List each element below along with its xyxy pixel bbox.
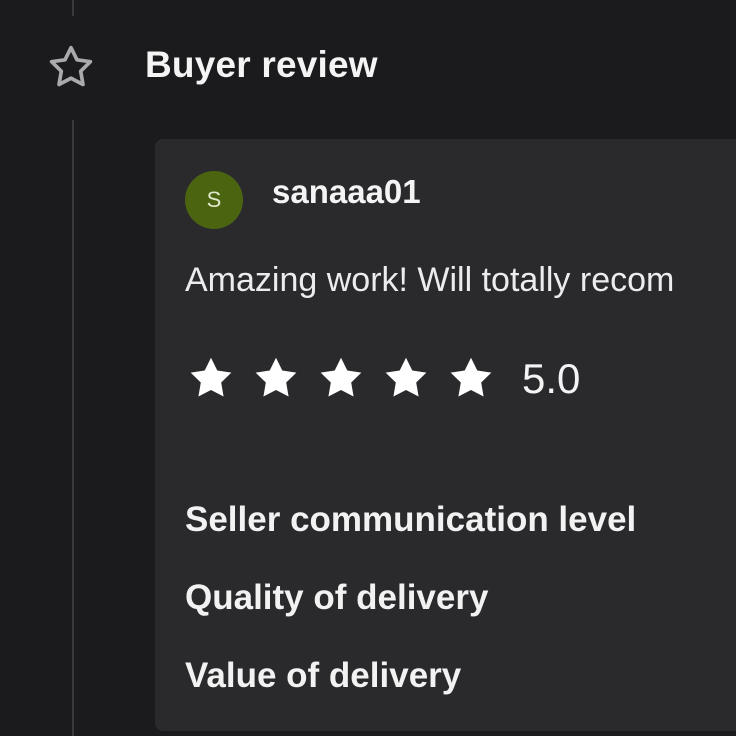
rating-row: 5.0 [185, 351, 580, 407]
criterion-quality-of-delivery: Quality of delivery [185, 578, 489, 617]
star-filled-icon [255, 357, 297, 397]
criterion-seller-communication: Seller communication level [185, 500, 637, 539]
section-title: Buyer review [145, 44, 378, 85]
star-outline-icon [44, 42, 98, 94]
timeline-line-top [72, 0, 74, 16]
timeline-line-bottom [72, 120, 74, 736]
review-card: S sanaaa01 Amazing work! Will totally re… [155, 139, 736, 731]
rating-value: 5.0 [522, 355, 581, 402]
criterion-value-of-delivery: Value of delivery [185, 656, 462, 695]
buyer-review-page: Buyer review S sanaaa01 Amazing work! Wi… [0, 0, 736, 736]
star-filled-icon [320, 357, 362, 397]
star-filled-icon [385, 357, 427, 397]
avatar-initial: S [206, 187, 222, 212]
reviewer-username[interactable]: sanaaa01 [272, 173, 421, 211]
star-filled-icon [190, 357, 232, 397]
rating-criteria: Seller communication level Quality of de… [185, 497, 636, 731]
rating-stars [185, 353, 510, 405]
star-filled-icon [450, 357, 492, 397]
review-text: Amazing work! Will totally recom [185, 261, 675, 299]
avatar[interactable]: S [185, 171, 243, 229]
